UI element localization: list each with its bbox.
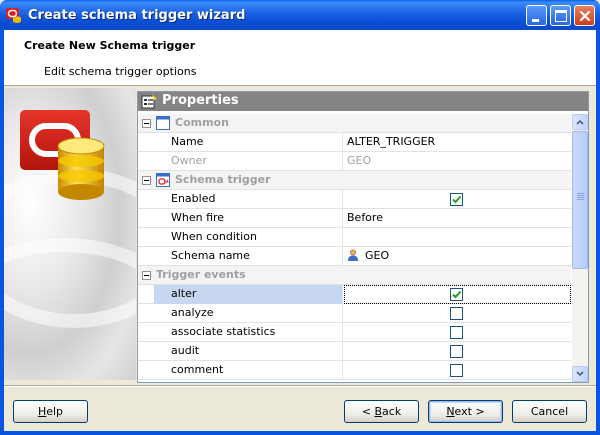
user-icon [348,249,358,261]
property-label: Enabled [154,190,343,209]
associate-statistics-checkbox[interactable] [450,326,463,339]
collapse-icon[interactable] [142,119,151,128]
associate-statistics-value [344,323,571,342]
scroll-thumb[interactable] [572,131,588,269]
wizard-window: Create schema trigger wizard Create New … [0,0,600,435]
property-grid: Common Name ALTER_TRIGGER Owner GEO Sche… [138,114,571,382]
property-label: Name [154,133,343,152]
scroll-up-button[interactable] [572,114,588,130]
decorative-swirl [4,238,136,380]
category-label: Common [175,116,229,129]
property-row-name[interactable]: Name ALTER_TRIGGER [138,133,571,152]
comment-checkbox[interactable] [450,364,463,377]
wizard-side-art [4,88,136,380]
property-row-schema-name[interactable]: Schema name GEO [138,247,571,266]
audit-checkbox[interactable] [450,345,463,358]
minimize-icon [532,19,539,22]
wizard-client-area: Create New Schema trigger Edit schema tr… [4,30,596,431]
grip-line [577,199,584,200]
property-row-when-fire[interactable]: When fire Before [138,209,571,228]
audit-value [344,342,571,361]
property-label: When fire [154,209,343,228]
category-label: Schema trigger [175,173,271,186]
category-common[interactable]: Common [138,114,571,133]
minimize-button[interactable] [526,5,547,26]
page-title: Create New Schema trigger [24,39,196,52]
grip-line [577,195,584,196]
common-category-icon [156,116,170,130]
property-row-owner: Owner GEO [138,152,571,171]
maximize-icon [555,10,567,22]
properties-title: Properties [162,93,239,108]
property-label: comment [154,361,343,380]
schema-name-text: GEO [365,249,390,262]
app-icon [6,8,21,23]
alter-value [344,285,571,304]
properties-panel: Properties Common Name ALTER_TRIGGER Own… [137,91,589,383]
property-label: alter [154,285,343,304]
when-condition-value[interactable] [344,228,571,247]
grip-line [577,197,584,198]
property-row-audit[interactable]: audit [138,342,571,361]
close-button[interactable] [574,5,595,26]
property-label: analyze [154,304,343,323]
vertical-scrollbar[interactable] [572,114,588,382]
scroll-down-button[interactable] [572,366,588,382]
enabled-value [344,190,571,209]
maximize-button[interactable] [550,5,571,26]
property-label: Schema name [154,247,343,266]
back-button[interactable]: < Back [344,400,419,423]
help-button[interactable]: Help [13,400,88,423]
title-bar[interactable]: Create schema trigger wizard [0,0,600,30]
close-icon [579,10,591,22]
property-row-enabled[interactable]: Enabled [138,190,571,209]
category-schema-trigger[interactable]: Schema trigger [138,171,571,190]
enabled-checkbox[interactable] [450,193,463,206]
property-row-alter[interactable]: alter [138,285,571,304]
analyze-value [344,304,571,323]
schema-trigger-category-icon [156,173,170,187]
database-trigger-logo-icon [20,110,105,200]
property-row-analyze[interactable]: analyze [138,304,571,323]
category-trigger-events[interactable]: Trigger events [138,266,571,285]
name-value[interactable]: ALTER_TRIGGER [344,133,571,152]
check-icon [452,195,462,204]
category-label: Trigger events [156,268,246,281]
when-fire-value[interactable]: Before [344,209,571,228]
chevron-down-icon [576,371,584,377]
property-label: audit [154,342,343,361]
comment-value [344,361,571,380]
property-label: associate statistics [154,323,343,342]
alter-checkbox[interactable] [450,288,463,301]
property-row-when-condition[interactable]: When condition [138,228,571,247]
window-title: Create schema trigger wizard [28,8,246,23]
footer-separator [4,385,596,387]
property-row-associate-statistics[interactable]: associate statistics [138,323,571,342]
next-button[interactable]: Next > [428,400,503,423]
property-label: Owner [154,152,343,171]
page-subtitle: Edit schema trigger options [44,65,197,78]
property-row-comment[interactable]: comment [138,361,571,380]
owner-value: GEO [347,154,372,167]
wizard-header: Create New Schema trigger Edit schema tr… [4,30,596,86]
cancel-button[interactable]: Cancel [512,400,587,423]
properties-header: Properties [138,92,588,111]
grip-line [577,193,584,194]
check-icon [452,290,462,299]
collapse-icon[interactable] [142,271,151,280]
collapse-icon[interactable] [142,176,151,185]
analyze-checkbox[interactable] [450,307,463,320]
properties-icon [141,94,157,109]
property-label: When condition [154,228,343,247]
schema-name-value[interactable]: GEO [344,247,571,266]
chevron-up-icon [576,119,584,125]
